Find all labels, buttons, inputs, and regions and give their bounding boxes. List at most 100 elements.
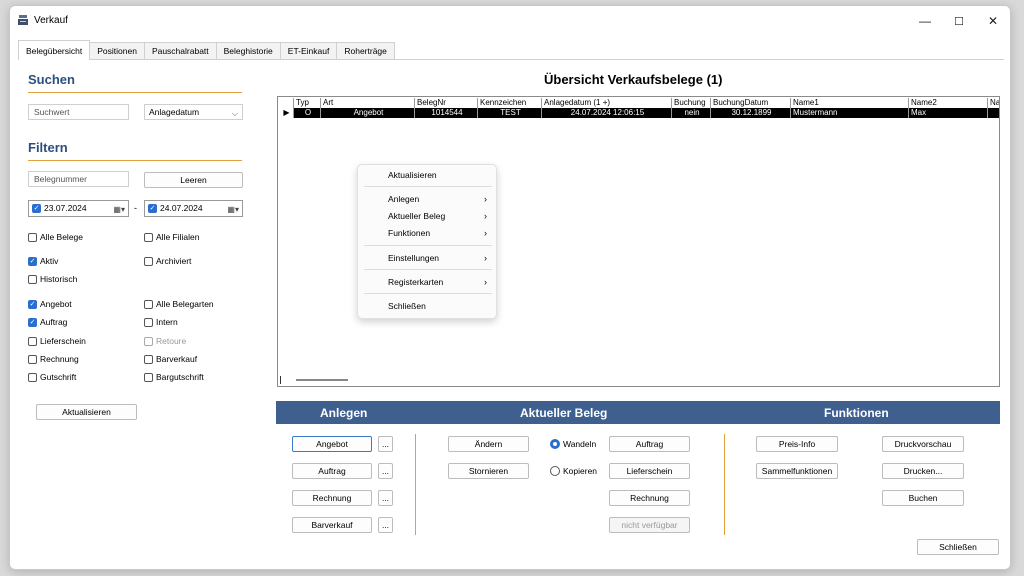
anlegen-rechnung-more-button[interactable]: ... [378,490,393,506]
checkbox-icon [144,256,153,266]
check-lieferschein[interactable]: Lieferschein [28,335,86,347]
radio-kopieren[interactable]: Kopieren [550,466,597,476]
menu-item-schliessen[interactable]: Schließen [358,299,496,313]
tab-beleghistorie[interactable]: Beleghistorie [215,42,281,60]
search-input[interactable]: Suchwert [28,104,129,120]
tab-pauschalrabatt[interactable]: Pauschalrabatt [143,42,217,60]
horizontal-scrollbar[interactable] [280,376,999,384]
anlegen-auftrag-button[interactable]: Auftrag [292,463,372,479]
column-header[interactable]: Name1 [791,98,909,108]
check-label: Aktiv [40,256,59,266]
cell-name2: Max [909,108,988,118]
scrollbar-thumb[interactable] [296,379,348,381]
tab-et-einkauf[interactable]: ET-Einkauf [279,42,338,60]
anlegen-barverkauf-button[interactable]: Barverkauf [292,517,372,533]
scrollbar-edge [280,376,281,384]
check-archiviert[interactable]: Archiviert [144,255,191,267]
menu-item-einstellungen[interactable]: Einstellungen › [358,251,496,265]
search-field-select[interactable]: Anlagedatum ⌵ [144,104,243,120]
date-to-checkbox[interactable]: ✓ [148,204,157,213]
wandeln-rechnung-button[interactable]: Rechnung [609,490,690,506]
menu-item-aktualisieren[interactable]: Aktualisieren [358,168,496,182]
search-field-value: Anlagedatum [149,107,200,117]
tab-content: Suchen Suchwert Anlagedatum ⌵ Filtern Be… [18,59,1004,562]
calendar-icon[interactable]: ▦▾ [227,202,239,217]
check-alle-belege[interactable]: Alle Belege [28,231,83,243]
check-aktiv[interactable]: ✓ Aktiv [28,255,58,267]
check-alle-filialen[interactable]: Alle Filialen [144,231,199,243]
column-header[interactable]: Anlagedatum (1 +) [542,98,672,108]
anlegen-barverkauf-more-button[interactable]: ... [378,517,393,533]
menu-item-anlegen[interactable]: Anlegen › [358,192,496,206]
column-header[interactable]: Buchung [672,98,711,108]
checkbox-icon [28,372,37,382]
date-to-picker[interactable]: ✓ 24.07.2024 ▦▾ [144,200,243,217]
check-bargutschrift[interactable]: Bargutschrift [144,371,204,383]
check-auftrag[interactable]: ✓ Auftrag [28,316,67,328]
check-historisch[interactable]: Historisch [28,273,77,285]
checkmark-icon: ✓ [28,256,37,266]
check-label: Rechnung [40,354,79,364]
checkbox-icon [28,336,37,346]
section-divider [724,434,725,535]
column-header[interactable]: Kennzeichen [478,98,542,108]
menu-label: Anlegen [388,194,420,204]
column-header[interactable]: BelegNr [415,98,478,108]
wandeln-auftrag-button[interactable]: Auftrag [609,436,690,452]
check-angebot[interactable]: ✓ Angebot [28,298,72,310]
chevron-down-icon: ⌵ [231,109,238,118]
check-gutschrift[interactable]: Gutschrift [28,371,76,383]
column-header[interactable]: Typ [294,98,321,108]
tab-rohertraege[interactable]: Roherträge [336,42,395,60]
refresh-button[interactable]: Aktualisieren [36,404,137,420]
tab-beleguebersicht[interactable]: Belegübersicht [18,40,91,60]
cell-anlagedatum: 24.07.2024 12:06:15 [542,108,672,118]
anlegen-auftrag-more-button[interactable]: ... [378,463,393,479]
date-from-picker[interactable]: ✓ 23.07.2024 ▦▾ [28,200,129,217]
minimize-button[interactable]: — [908,10,942,32]
belegnummer-input[interactable]: Belegnummer [28,171,129,187]
tab-positionen[interactable]: Positionen [89,42,145,60]
clear-button[interactable]: Leeren [144,172,243,188]
anlegen-rechnung-button[interactable]: Rechnung [292,490,372,506]
checkbox-icon [28,274,37,284]
buchen-button[interactable]: Buchen [882,490,964,506]
anlegen-angebot-button[interactable]: Angebot [292,436,372,452]
chevron-right-icon: › [484,211,487,221]
menu-item-aktueller-beleg[interactable]: Aktueller Beleg › [358,209,496,223]
cell-kennzeichen: TEST [478,108,542,118]
funktionen-heading: Funktionen [824,406,889,420]
column-header[interactable]: Na [988,98,999,108]
radio-wandeln[interactable]: Wandeln [550,439,596,449]
drucken-button[interactable]: Drucken... [882,463,964,479]
search-divider [28,92,242,93]
anlegen-angebot-more-button[interactable]: ... [378,436,393,452]
check-barverkauf[interactable]: Barverkauf [144,353,197,365]
druckvorschau-button[interactable]: Druckvorschau [882,436,964,452]
maximize-button[interactable]: ☐ [942,10,976,32]
aendern-button[interactable]: Ändern [448,436,529,452]
close-window-button[interactable]: ✕ [976,10,1010,32]
filter-divider [28,160,242,161]
menu-item-registerkarten[interactable]: Registerkarten › [358,275,496,289]
chevron-right-icon: › [484,253,487,263]
table-row[interactable]: ▶ O Angebot 1014544 TEST 24.07.2024 12:0… [278,108,999,118]
stornieren-button[interactable]: Stornieren [448,463,529,479]
close-button[interactable]: Schließen [917,539,999,555]
wandeln-lieferschein-button[interactable]: Lieferschein [609,463,690,479]
menu-label: Registerkarten [388,277,444,287]
date-from-checkbox[interactable]: ✓ [32,204,41,213]
app-register-icon [18,15,28,25]
column-header[interactable]: Name2 [909,98,988,108]
preis-info-button[interactable]: Preis-Info [756,436,838,452]
cell-buchung: nein [672,108,711,118]
column-header[interactable]: Art [321,98,415,108]
check-rechnung[interactable]: Rechnung [28,353,79,365]
check-intern[interactable]: Intern [144,316,178,328]
calendar-icon[interactable]: ▦▾ [113,202,125,217]
menu-separator [364,293,492,294]
check-alle-belegarten[interactable]: Alle Belegarten [144,298,214,310]
column-header[interactable]: BuchungDatum [711,98,791,108]
sammelfunktionen-button[interactable]: Sammelfunktionen [756,463,838,479]
menu-item-funktionen[interactable]: Funktionen › [358,226,496,240]
